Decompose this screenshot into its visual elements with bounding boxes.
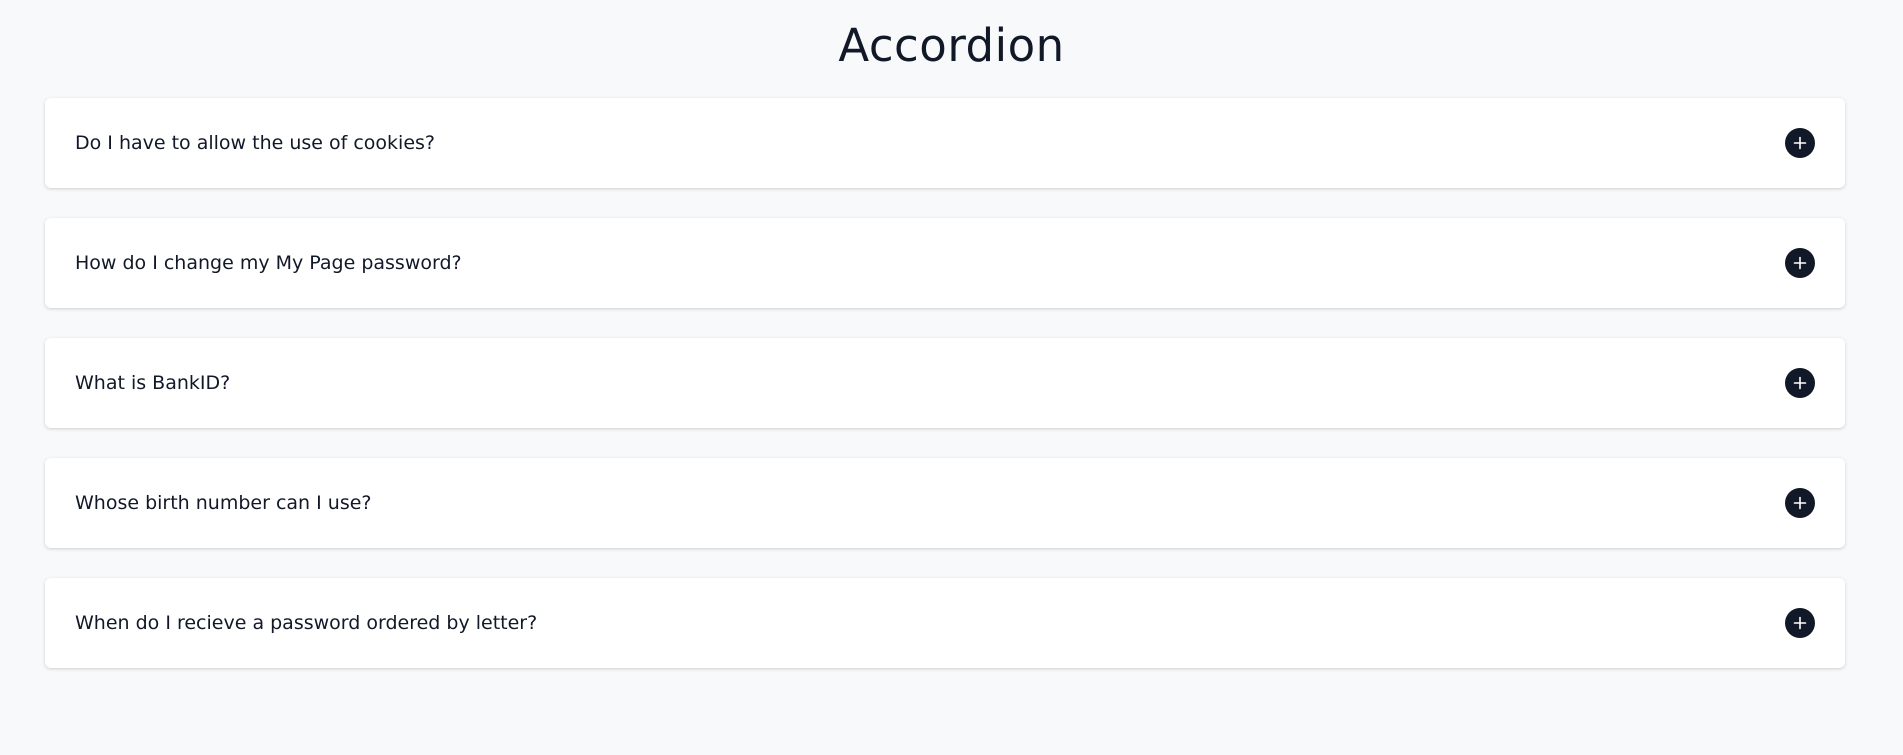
- accordion: Do I have to allow the use of cookies? H…: [45, 98, 1845, 698]
- plus-icon: [1793, 136, 1807, 150]
- plus-icon: [1793, 256, 1807, 270]
- expand-button[interactable]: [1785, 368, 1815, 398]
- accordion-question: What is BankID?: [75, 372, 231, 394]
- accordion-question: How do I change my My Page password?: [75, 252, 462, 274]
- expand-button[interactable]: [1785, 248, 1815, 278]
- accordion-question: When do I recieve a password ordered by …: [75, 612, 538, 634]
- accordion-item-password[interactable]: How do I change my My Page password?: [45, 218, 1845, 308]
- expand-button[interactable]: [1785, 488, 1815, 518]
- expand-button[interactable]: [1785, 608, 1815, 638]
- accordion-item-cookies[interactable]: Do I have to allow the use of cookies?: [45, 98, 1845, 188]
- accordion-item-bankid[interactable]: What is BankID?: [45, 338, 1845, 428]
- page-title: Accordion: [838, 19, 1065, 72]
- accordion-question: Do I have to allow the use of cookies?: [75, 132, 436, 154]
- plus-icon: [1793, 496, 1807, 510]
- accordion-item-birth-number[interactable]: Whose birth number can I use?: [45, 458, 1845, 548]
- accordion-question: Whose birth number can I use?: [75, 492, 372, 514]
- plus-icon: [1793, 616, 1807, 630]
- expand-button[interactable]: [1785, 128, 1815, 158]
- plus-icon: [1793, 376, 1807, 390]
- accordion-item-letter-password[interactable]: When do I recieve a password ordered by …: [45, 578, 1845, 668]
